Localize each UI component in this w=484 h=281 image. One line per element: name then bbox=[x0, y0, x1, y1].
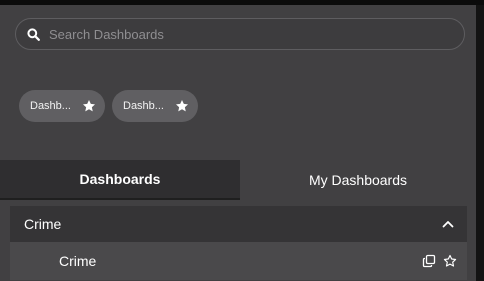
window-right-edge bbox=[476, 5, 484, 281]
list-item-dashboard[interactable]: Crime bbox=[10, 242, 467, 280]
search-bar[interactable] bbox=[15, 18, 465, 50]
star-outline-icon[interactable] bbox=[443, 254, 457, 268]
section-header-crime[interactable]: Crime bbox=[10, 206, 467, 242]
favorite-chip-label: Dashb... bbox=[123, 100, 164, 112]
star-icon[interactable] bbox=[82, 99, 96, 113]
tab-dashboards[interactable]: Dashboards bbox=[0, 160, 240, 200]
tab-label: Dashboards bbox=[79, 171, 161, 187]
chevron-up-icon[interactable] bbox=[441, 217, 455, 231]
favorite-chip-2[interactable]: Dashb... bbox=[112, 90, 198, 122]
search-icon bbox=[26, 27, 40, 41]
tab-bar: Dashboards My Dashboards bbox=[0, 160, 476, 200]
dashboards-panel: Dashb... Dashb... Dashboards My Dashboar… bbox=[0, 5, 476, 281]
dashboard-item-title: Crime bbox=[59, 253, 97, 269]
star-icon[interactable] bbox=[175, 99, 189, 113]
tab-label: My Dashboards bbox=[308, 172, 408, 188]
tab-my-dashboards[interactable]: My Dashboards bbox=[240, 160, 476, 200]
section-title: Crime bbox=[24, 216, 62, 232]
search-input[interactable] bbox=[49, 26, 429, 42]
favorite-chip-label: Dashb... bbox=[30, 100, 71, 112]
favorite-chip-1[interactable]: Dashb... bbox=[19, 90, 105, 122]
copy-icon[interactable] bbox=[422, 254, 436, 268]
